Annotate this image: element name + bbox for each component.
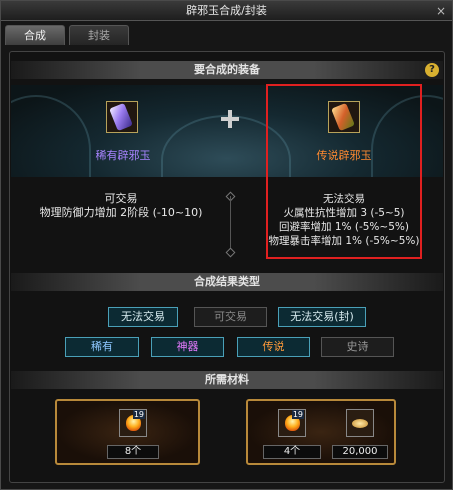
artifact-option[interactable]: 神器 bbox=[151, 337, 224, 357]
close-icon[interactable]: × bbox=[434, 4, 448, 18]
left-item-trade: 可交易 bbox=[104, 192, 138, 205]
section-result-header: 合成结果类型 bbox=[11, 273, 443, 291]
untradable-sealed-option[interactable]: 无法交易(封) bbox=[278, 307, 366, 327]
title-bar[interactable]: 辟邪玉合成/封装 × bbox=[1, 1, 452, 21]
window-title: 辟邪玉合成/封装 bbox=[186, 4, 267, 17]
legendary-option[interactable]: 传说 bbox=[237, 337, 310, 357]
tab-synthesis[interactable]: 合成 bbox=[5, 25, 65, 45]
left-item-desc: 可交易 物理防御力增加 2阶段 (-10~10) bbox=[21, 192, 221, 220]
left-material-count: 8个 bbox=[107, 445, 159, 459]
tradable-option[interactable]: 可交易 bbox=[194, 307, 267, 327]
tab-seal[interactable]: 封装 bbox=[69, 25, 129, 45]
gold-amount: 20,000 bbox=[332, 445, 388, 459]
section-materials-title: 所需材料 bbox=[205, 373, 249, 386]
right-material-box: 19 4个 20,000 bbox=[246, 399, 396, 465]
gold-coin-icon bbox=[352, 419, 368, 428]
right-material-count: 4个 bbox=[263, 445, 321, 459]
help-icon[interactable]: ? bbox=[425, 63, 439, 77]
left-item-stat: 物理防御力增加 2阶段 (-10~10) bbox=[39, 206, 203, 219]
plus-icon bbox=[221, 110, 239, 128]
stack-count: 19 bbox=[291, 410, 304, 419]
section-materials-header: 所需材料 bbox=[11, 371, 443, 389]
untradable-option[interactable]: 无法交易 bbox=[108, 307, 178, 327]
highlight-frame bbox=[266, 84, 422, 259]
left-material-box: 19 8个 bbox=[55, 399, 200, 465]
left-item-name: 稀有辟邪玉 bbox=[95, 149, 151, 162]
right-material-slot[interactable]: 19 bbox=[278, 409, 306, 437]
divider-line bbox=[230, 196, 231, 251]
section-result-title: 合成结果类型 bbox=[194, 275, 260, 288]
left-item-slot[interactable] bbox=[106, 101, 138, 133]
rare-jade-icon bbox=[109, 102, 133, 132]
stack-count: 19 bbox=[132, 410, 145, 419]
section-equip-title: 要合成的装备 bbox=[194, 63, 260, 76]
section-equip-header: 要合成的装备 ? bbox=[11, 61, 443, 79]
rare-option[interactable]: 稀有 bbox=[65, 337, 139, 357]
synthesis-window: 辟邪玉合成/封装 × 合成 封装 要合成的装备 ? 稀有辟邪玉 传说辟邪玉 可交… bbox=[0, 0, 453, 490]
epic-option[interactable]: 史诗 bbox=[321, 337, 394, 357]
left-material-slot[interactable]: 19 bbox=[119, 409, 147, 437]
gold-slot[interactable] bbox=[346, 409, 374, 437]
